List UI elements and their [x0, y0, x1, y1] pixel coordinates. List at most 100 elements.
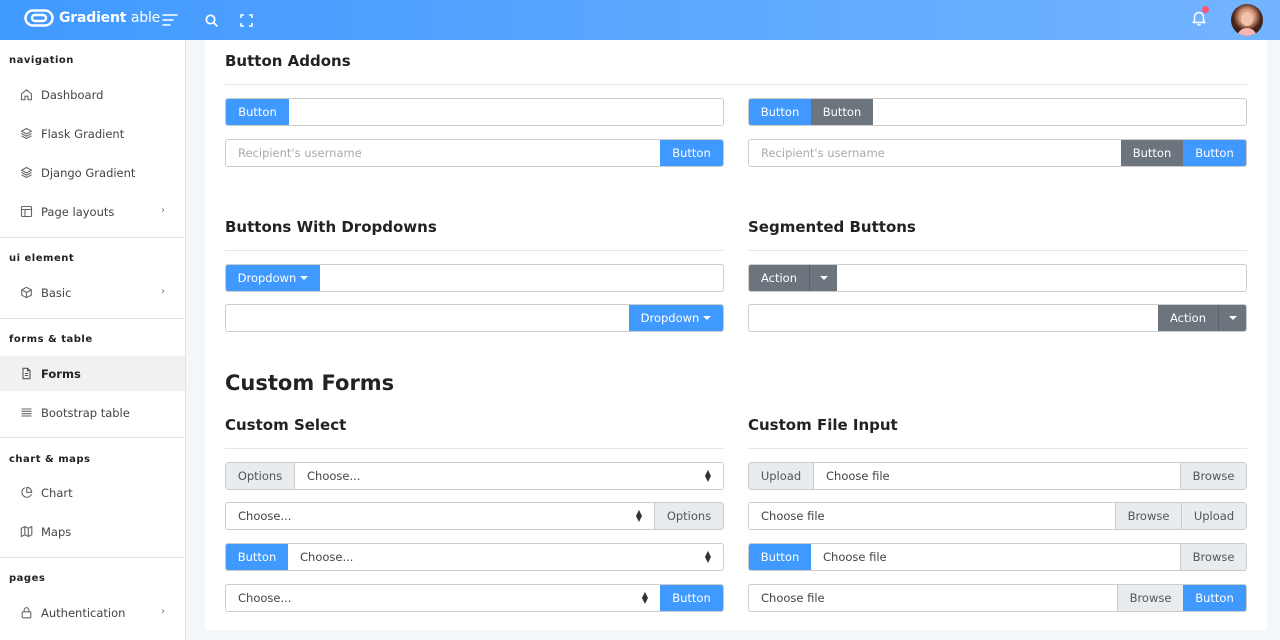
sidebar-item-dashboard[interactable]: Dashboard — [0, 77, 185, 112]
text-input[interactable] — [749, 305, 1158, 331]
file-button[interactable]: Button — [1183, 585, 1246, 611]
brand-logo[interactable]: Gradient able — [24, 9, 160, 27]
sidebar-item-bootstrap-table[interactable]: Bootstrap table — [0, 395, 185, 430]
input-group-segmented-left: Action — [748, 264, 1247, 292]
fullscreen-icon[interactable] — [237, 11, 255, 29]
sidebar-item-django-gradient[interactable]: Django Gradient — [0, 155, 185, 190]
browse-button[interactable]: Browse — [1115, 503, 1181, 529]
select-arrows-icon: ▲ ▼ — [641, 590, 648, 605]
dropdown-toggle[interactable] — [1218, 305, 1246, 331]
section-label-chart-maps: chart & maps — [9, 454, 91, 465]
custom-select[interactable]: Choose... ▲ ▼ — [226, 585, 660, 611]
custom-select[interactable]: Choose... ▲ ▼ — [295, 463, 723, 489]
sidebar-item-chart[interactable]: Chart — [0, 475, 185, 510]
divider — [225, 84, 1247, 85]
chevron-right-icon: › — [161, 606, 165, 617]
addon-button[interactable]: Button — [1183, 140, 1246, 166]
sidebar-item-maps[interactable]: Maps — [0, 514, 185, 549]
custom-select[interactable]: Choose... ▲ ▼ — [288, 544, 723, 570]
sidebar-item-flask-gradient[interactable]: Flask Gradient — [0, 116, 185, 151]
divider — [0, 318, 185, 319]
text-input[interactable] — [873, 99, 1246, 125]
divider — [0, 557, 185, 558]
layout-icon — [19, 205, 33, 219]
dropdown-button[interactable]: Dropdown — [629, 305, 723, 331]
dropdown-button-label: Dropdown — [237, 271, 297, 285]
recipient-username-input[interactable]: Recipient's username — [226, 140, 660, 166]
section-label-forms-table: forms & table — [9, 334, 93, 345]
input-group-dropdown-right: Dropdown — [225, 304, 724, 332]
sidebar-item-label: Maps — [41, 524, 72, 539]
avatar[interactable] — [1231, 4, 1263, 36]
file-input[interactable]: Choose file — [814, 463, 1180, 489]
lock-icon — [19, 606, 33, 620]
caret-down-icon — [300, 276, 309, 280]
addon-button-secondary[interactable]: Button — [1121, 140, 1183, 166]
search-icon[interactable] — [202, 11, 220, 29]
upload-addon: Upload — [1181, 503, 1246, 529]
dropdown-toggle[interactable] — [809, 265, 837, 291]
divider — [225, 250, 724, 251]
caret-down-icon — [819, 276, 828, 280]
divider — [748, 448, 1247, 449]
brand-name: Gradient able — [59, 10, 161, 26]
file-button[interactable]: Button — [749, 544, 811, 570]
sidebar-item-forms[interactable]: Forms — [0, 356, 185, 391]
sidebar-item-authentication[interactable]: Authentication › — [0, 595, 185, 630]
notification-badge — [1202, 6, 1209, 13]
sidebar-item-label: Basic — [41, 285, 72, 300]
select-arrows-icon: ▲ ▼ — [704, 468, 711, 483]
select-value: Choose... — [238, 509, 292, 523]
pie-chart-icon — [19, 486, 33, 500]
text-input[interactable] — [289, 99, 723, 125]
addon-button-secondary[interactable]: Button — [811, 99, 873, 125]
custom-select-button-left: Button Choose... ▲ ▼ — [225, 543, 724, 571]
file-text-icon — [19, 367, 33, 381]
sidebar-item-label: Page layouts — [41, 204, 115, 219]
file-input[interactable]: Choose file — [749, 503, 1115, 529]
sidebar-item-basic[interactable]: Basic › — [0, 275, 185, 310]
section-title-custom-file: Custom File Input — [748, 416, 898, 434]
addon-button[interactable]: Button — [226, 99, 289, 125]
section-label-pages: pages — [9, 573, 46, 584]
custom-select[interactable]: Choose... ▲ ▼ — [226, 503, 654, 529]
custom-select-options-right: Choose... ▲ ▼ Options — [225, 502, 724, 530]
addon-button[interactable]: Button — [660, 140, 723, 166]
custom-file-upload-left: Upload Choose file Browse — [748, 462, 1247, 490]
text-input[interactable] — [226, 305, 629, 331]
custom-select-button-right: Choose... ▲ ▼ Button — [225, 584, 724, 612]
section-label-ui-element: ui element — [9, 253, 75, 264]
sidebar-item-page-layouts[interactable]: Page layouts › — [0, 194, 185, 229]
action-button[interactable]: Action — [749, 265, 809, 291]
addon-button[interactable]: Button — [749, 99, 811, 125]
select-value: Choose... — [307, 469, 361, 483]
upload-addon: Upload — [749, 463, 814, 489]
forms-card — [205, 40, 1267, 630]
input-group-button-left: Button — [225, 98, 724, 126]
top-header: Gradient able — [0, 0, 1280, 40]
file-input[interactable]: Choose file — [749, 585, 1117, 611]
select-value: Choose... — [238, 591, 292, 605]
custom-file-button-right: Choose file Browse Button — [748, 584, 1247, 612]
select-button[interactable]: Button — [226, 544, 288, 570]
home-icon — [19, 88, 33, 102]
sidebar-item-label: Bootstrap table — [41, 405, 130, 420]
hamburger-icon[interactable] — [161, 11, 179, 29]
sidebar-item-label: Chart — [41, 485, 73, 500]
text-input[interactable] — [320, 265, 723, 291]
input-group-dropdown-left: Dropdown — [225, 264, 724, 292]
recipient-username-input[interactable]: Recipient's username — [749, 140, 1121, 166]
action-button[interactable]: Action — [1158, 305, 1218, 331]
browse-button[interactable]: Browse — [1180, 544, 1246, 570]
caret-down-icon — [1228, 316, 1237, 320]
browse-button[interactable]: Browse — [1180, 463, 1246, 489]
browse-button[interactable]: Browse — [1117, 585, 1183, 611]
dropdown-button[interactable]: Dropdown — [226, 265, 320, 291]
input-group-two-buttons-right: Recipient's username Button Button — [748, 139, 1247, 167]
sidebar-item-label: Django Gradient — [41, 165, 136, 180]
layers-icon — [19, 166, 33, 180]
select-button[interactable]: Button — [660, 585, 723, 611]
file-input[interactable]: Choose file — [811, 544, 1180, 570]
caret-down-icon — [703, 316, 712, 320]
text-input[interactable] — [837, 265, 1246, 291]
